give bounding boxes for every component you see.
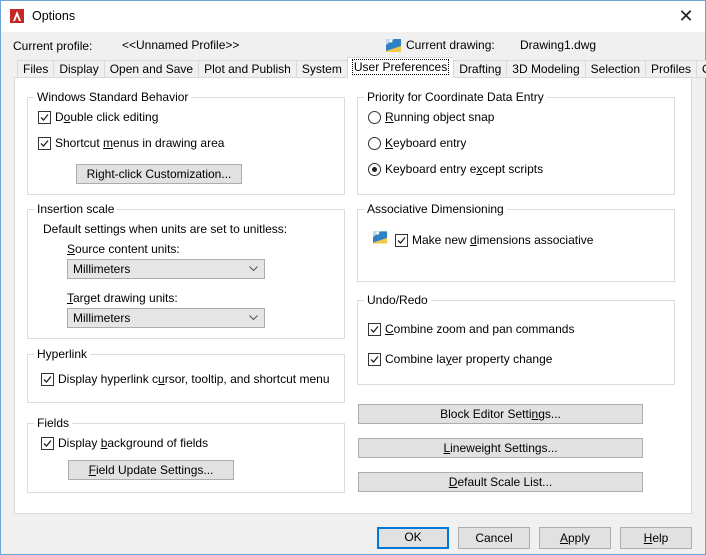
shortcut-menus-checkbox[interactable]: Shortcut menus in drawing area — [38, 136, 224, 150]
options-dialog: Options ✕ Current profile: <<Unnamed Pro… — [0, 0, 706, 555]
current-drawing-label: Current drawing: — [406, 38, 495, 52]
insertion-scale-group: Insertion scale Default settings when un… — [27, 202, 345, 339]
radio-label: Keyboard entry except scripts — [385, 162, 544, 176]
hyperlink-group: Hyperlink Display hyperlink cursor, tool… — [27, 347, 345, 403]
tab-3d-modeling[interactable]: 3D Modeling — [506, 60, 585, 78]
cancel-button[interactable]: Cancel — [458, 527, 530, 549]
autocad-logo-icon — [10, 9, 24, 23]
checkbox-checked-icon — [41, 436, 54, 450]
close-icon: ✕ — [678, 6, 694, 26]
tab-profiles[interactable]: Profiles — [645, 60, 697, 78]
windows-standard-behavior-group: Windows Standard Behavior Double click e… — [27, 90, 345, 195]
checkbox-label: Display hyperlink cursor, tooltip, and s… — [58, 372, 330, 386]
make-dimensions-associative-checkbox[interactable]: Make new dimensions associative — [395, 233, 593, 247]
tab-display[interactable]: Display — [53, 60, 104, 78]
drawing-file-icon — [373, 231, 388, 244]
current-drawing-value: Drawing1.dwg — [520, 38, 597, 52]
ok-button[interactable]: OK — [377, 527, 449, 549]
radio-unselected-icon — [368, 136, 381, 150]
checkbox-label: Shortcut menus in drawing area — [55, 136, 225, 150]
display-hyperlink-checkbox[interactable]: Display hyperlink cursor, tooltip, and s… — [41, 372, 330, 386]
user-preferences-panel: Windows Standard Behavior Double click e… — [14, 77, 692, 514]
drawing-file-icon — [386, 39, 401, 52]
display-background-of-fields-checkbox[interactable]: Display background of fields — [41, 436, 208, 450]
checkbox-label: Make new dimensions associative — [412, 233, 594, 247]
source-content-units-select[interactable]: Millimeters — [67, 259, 265, 279]
checkbox-checked-icon — [368, 322, 381, 336]
right-click-customization-button[interactable]: Right-click Customization... — [76, 164, 242, 184]
group-title: Associative Dimensioning — [364, 202, 507, 216]
coordinate-priority-group: Priority for Coordinate Data Entry Runni… — [357, 90, 675, 195]
tab-plot-and-publish[interactable]: Plot and Publish — [198, 60, 296, 78]
checkbox-label: Combine zoom and pan commands — [385, 322, 575, 336]
close-button[interactable]: ✕ — [673, 4, 699, 28]
chevron-down-icon — [249, 315, 258, 321]
tab-selection[interactable]: Selection — [584, 60, 646, 78]
combine-zoom-pan-checkbox[interactable]: Combine zoom and pan commands — [368, 322, 574, 336]
fields-group: Fields Display background of fields Fiel… — [27, 416, 345, 493]
associative-dimensioning-group: Associative Dimensioning Make new dimens… — [357, 202, 675, 282]
group-title: Undo/Redo — [364, 293, 431, 307]
group-title: Insertion scale — [34, 202, 118, 216]
target-drawing-units-label: Target drawing units: — [67, 291, 178, 305]
source-content-units-label: Source content units: — [67, 242, 180, 256]
checkbox-checked-icon — [41, 372, 54, 386]
apply-button[interactable]: Apply — [539, 527, 611, 549]
lineweight-settings-button[interactable]: Lineweight Settings... — [358, 438, 643, 458]
window-title: Options — [32, 9, 76, 23]
undo-redo-group: Undo/Redo Combine zoom and pan commands … — [357, 293, 675, 385]
title-bar: Options ✕ — [1, 1, 705, 32]
checkbox-label: Display background of fields — [58, 436, 209, 450]
radio-label: Keyboard entry — [385, 136, 467, 150]
radio-unselected-icon — [368, 110, 381, 124]
group-title: Fields — [34, 416, 73, 430]
combine-layer-property-checkbox[interactable]: Combine layer property change — [368, 352, 552, 366]
tab-bar: Files Display Open and Save Plot and Pub… — [17, 57, 706, 78]
group-title: Hyperlink — [34, 347, 91, 361]
radio-selected-icon — [368, 162, 381, 176]
checkbox-checked-icon — [38, 110, 51, 124]
current-profile-label: Current profile: — [13, 39, 93, 53]
tab-user-preferences[interactable]: User Preferences — [346, 57, 454, 78]
target-drawing-units-select[interactable]: Millimeters — [67, 308, 265, 328]
double-click-editing-checkbox[interactable]: Double click editing — [38, 110, 158, 124]
block-editor-settings-button[interactable]: Block Editor Settings... — [358, 404, 643, 424]
checkbox-checked-icon — [368, 352, 381, 366]
tab-drafting[interactable]: Drafting — [453, 60, 507, 78]
keyboard-entry-radio[interactable]: Keyboard entry — [368, 136, 466, 150]
tab-system[interactable]: System — [295, 60, 347, 78]
radio-label: Running object snap — [385, 110, 495, 124]
group-title: Windows Standard Behavior — [34, 90, 192, 104]
running-object-snap-radio[interactable]: Running object snap — [368, 110, 494, 124]
tab-files[interactable]: Files — [17, 60, 54, 78]
checkbox-checked-icon — [395, 233, 408, 247]
insertion-scale-description: Default settings when units are set to u… — [43, 222, 288, 236]
default-scale-list-button[interactable]: Default Scale List... — [358, 472, 643, 492]
checkbox-label: Combine layer property change — [385, 352, 553, 366]
chevron-down-icon — [249, 266, 258, 272]
tab-online[interactable]: Online — [696, 60, 706, 78]
help-button[interactable]: Help — [620, 527, 692, 549]
group-title: Priority for Coordinate Data Entry — [364, 90, 547, 104]
field-update-settings-button[interactable]: Field Update Settings... — [68, 460, 234, 480]
checkbox-label: Double click editing — [55, 110, 159, 124]
tab-open-and-save[interactable]: Open and Save — [103, 60, 199, 78]
current-profile-value: <<Unnamed Profile>> — [122, 38, 240, 52]
checkbox-checked-icon — [38, 136, 51, 150]
keyboard-entry-except-scripts-radio[interactable]: Keyboard entry except scripts — [368, 162, 543, 176]
